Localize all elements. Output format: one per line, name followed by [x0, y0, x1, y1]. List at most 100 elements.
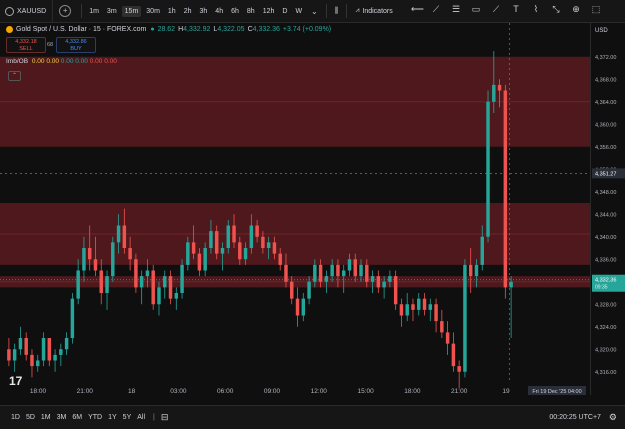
candle-body — [47, 338, 52, 361]
ind-val-2: 0.00 — [60, 58, 74, 65]
price-label: 4,364.00 — [595, 100, 616, 106]
tf-15m[interactable]: 15m — [121, 5, 142, 17]
collapse-legend-icon[interactable]: ⌃ — [8, 71, 21, 81]
candle-body — [53, 354, 57, 361]
more-tools-icon[interactable]: ⬚ — [591, 4, 601, 14]
tf-6h[interactable]: 6h — [228, 6, 242, 17]
time-label: 21:00 — [451, 388, 468, 395]
trendline-icon[interactable]: ⟋ — [431, 4, 441, 14]
candle-body — [301, 298, 306, 316]
tf-2h[interactable]: 2h — [181, 6, 195, 17]
measure-icon[interactable]: ⤡ — [551, 4, 561, 14]
last-price-tag: 4,332.3609:35 — [592, 274, 625, 292]
candle-body — [307, 281, 311, 299]
time-label: 19 — [502, 388, 510, 395]
candle-body — [417, 298, 421, 310]
candle-body — [509, 281, 513, 288]
price-label: 4,316.00 — [595, 370, 616, 376]
date-range-icon[interactable]: ⊟ — [161, 412, 169, 423]
candle-body — [480, 236, 484, 265]
crosshair-price-text: 4,351.27 — [595, 171, 616, 177]
price-label: 4,368.00 — [595, 77, 616, 83]
price-label: 4,324.00 — [595, 325, 616, 331]
last-price-text: 4,332.36 — [595, 278, 616, 284]
price-axis[interactable]: USD 4,372.00 4,368.00 4,364.00 4,360.00 4,356… — [590, 23, 625, 395]
candle-body — [272, 242, 277, 254]
rectangle-icon[interactable]: ▭ — [471, 4, 481, 14]
fib-icon[interactable]: ☰ — [451, 4, 461, 14]
candle-body — [232, 225, 236, 243]
tf-4h[interactable]: 4h — [212, 6, 226, 17]
candle-body — [238, 242, 242, 260]
ind-val-5: 0.00 — [104, 58, 117, 65]
candle-body — [145, 270, 150, 277]
tf-3m[interactable]: 3m — [104, 6, 120, 17]
tf-30m[interactable]: 30m — [143, 6, 163, 17]
price-chart[interactable]: 18:00 21:00 18 03:00 06:00 09:00 12:00 15:00 18:… — [0, 23, 590, 395]
text-icon[interactable]: T — [511, 4, 521, 14]
candle-body — [197, 253, 202, 271]
pattern-icon[interactable]: ⌇ — [531, 4, 541, 14]
candle-body — [422, 298, 427, 310]
range-6m[interactable]: 6M — [72, 414, 82, 421]
candle-body — [36, 360, 40, 367]
tf-8h[interactable]: 8h — [244, 6, 258, 17]
settings-icon[interactable]: ⚙ — [609, 412, 617, 423]
candle-body — [24, 338, 28, 355]
range-all[interactable]: All — [137, 414, 145, 421]
tf-d[interactable]: D — [279, 6, 290, 17]
range-ytd[interactable]: YTD — [88, 414, 102, 421]
candle-body — [463, 264, 467, 372]
candle-body — [128, 248, 132, 260]
range-1d[interactable]: 1D — [11, 414, 20, 421]
brush-icon[interactable]: ⟋ — [491, 4, 501, 14]
indicators-button[interactable]: ⩘ Indicators — [355, 7, 392, 15]
candle-body — [105, 276, 109, 293]
clock[interactable]: 00:20:25 UTC+7 — [549, 414, 601, 421]
candle-body — [388, 276, 392, 282]
tf-12h[interactable]: 12h — [260, 6, 278, 17]
tf-1m[interactable]: 1m — [86, 6, 102, 17]
candle-body — [359, 264, 363, 277]
date-tag-text: Fri 19 Dec '25 04:00 — [532, 389, 581, 395]
range-5d[interactable]: 5D — [26, 414, 35, 421]
price-label: 4,356.00 — [595, 145, 616, 151]
candle-body — [220, 248, 225, 254]
tf-1h[interactable]: 1h — [165, 6, 179, 17]
tf-w[interactable]: W — [292, 6, 305, 17]
legend-title: Gold Spot / U.S. Dollar · 15 · FOREX.com — [16, 26, 147, 33]
candle-body — [99, 270, 103, 293]
candle-body — [365, 264, 369, 282]
range-5y[interactable]: 5Y — [123, 414, 132, 421]
candle-body — [122, 225, 127, 248]
indicator-legend[interactable]: Imb/OB 0.00 0.00 0.00 0.00 0.00 0.00 — [6, 58, 117, 65]
time-label: 12:00 — [311, 388, 328, 395]
candle-body — [30, 354, 34, 367]
symbol-search[interactable]: XAUUSD — [0, 0, 54, 22]
time-label: 21:00 — [77, 388, 94, 395]
tf-dropdown-icon[interactable]: ⌄ — [311, 7, 318, 16]
range-3m[interactable]: 3M — [57, 414, 67, 421]
candle-body — [41, 338, 46, 361]
buy-button[interactable]: 4,332.86 BUY — [56, 37, 96, 53]
range-1y[interactable]: 1Y — [108, 414, 117, 421]
time-label: 06:00 — [217, 388, 234, 395]
tf-3h[interactable]: 3h — [197, 6, 211, 17]
candle-body — [284, 264, 288, 282]
price-label: 4,372.00 — [595, 55, 616, 61]
cursor-icon[interactable]: ⟵ — [411, 4, 424, 14]
zoom-icon[interactable]: ⊕ — [571, 4, 581, 14]
range-1m[interactable]: 1M — [41, 414, 51, 421]
candle-body — [266, 242, 271, 248]
chart-legend: Gold Spot / U.S. Dollar · 15 · FOREX.com… — [6, 26, 331, 33]
ind-val-0: 0.00 — [31, 58, 45, 65]
candle-body — [168, 276, 173, 299]
candle-body — [428, 304, 433, 310]
compare-add-icon[interactable]: + — [59, 5, 72, 17]
candle-body — [411, 304, 415, 310]
sell-button[interactable]: 4,332.18 SELL — [6, 37, 46, 53]
candle-body — [82, 248, 86, 271]
candle-body — [434, 304, 438, 322]
candle-body — [440, 321, 444, 333]
candle-type-icon[interactable]: ⫼ — [335, 6, 339, 16]
